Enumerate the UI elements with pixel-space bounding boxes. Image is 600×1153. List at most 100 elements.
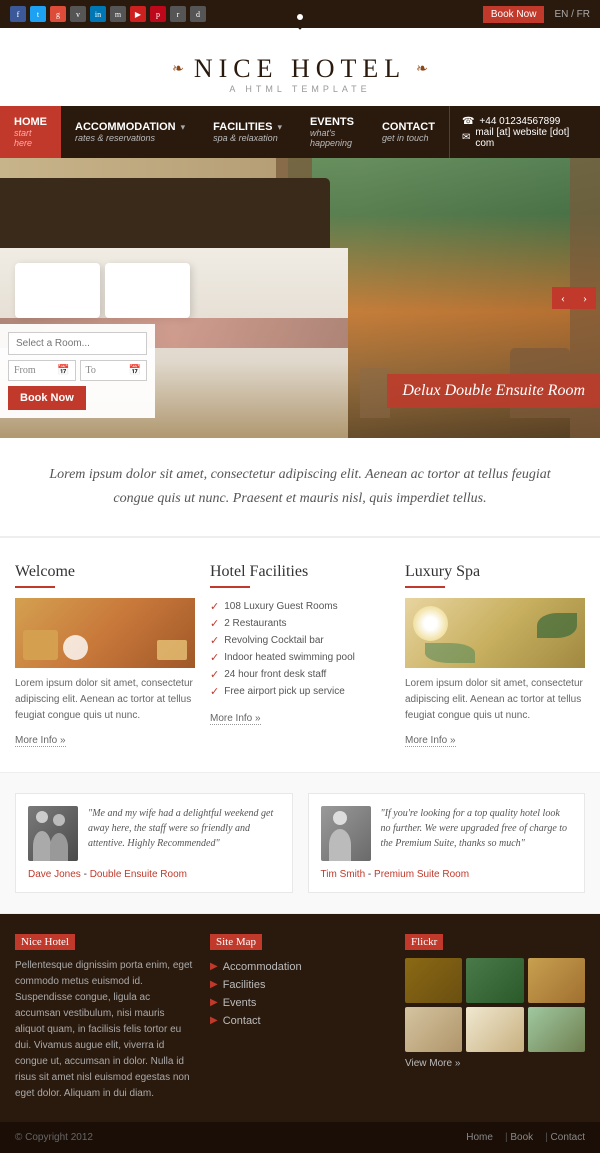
footer-arrow-icon: ▶ [210, 1015, 218, 1026]
facilities-more-info-link[interactable]: More Info [210, 713, 261, 725]
check-icon: ✓ [210, 668, 219, 681]
pinterest-icon[interactable]: p [150, 6, 166, 22]
facebook-icon[interactable]: f [10, 6, 26, 22]
spa-image [405, 598, 585, 668]
from-date[interactable]: From 📅 [8, 360, 76, 381]
facility-0: 108 Luxury Guest Rooms [224, 601, 337, 612]
booking-form: From 📅 To 📅 Book Now [0, 324, 155, 418]
facility-3: Indoor heated swimming pool [224, 652, 355, 663]
nav-events-sub: what's happening [310, 128, 354, 148]
date-row: From 📅 To 📅 [8, 360, 147, 381]
footer-arrow-icon: ▶ [210, 979, 218, 990]
testimonial-1: "Me and my wife had a delightful weekend… [15, 793, 293, 893]
spa-title: Luxury Spa [405, 563, 585, 581]
flickr-item-1[interactable] [405, 958, 462, 1003]
email-icon: ✉ [462, 132, 470, 143]
list-item: ✓ 108 Luxury Guest Rooms [210, 598, 390, 615]
linkedin-icon[interactable]: in [90, 6, 106, 22]
nav-facilities[interactable]: FACILITIES ▾ spa & relaxation [199, 106, 296, 158]
footer-link-facilities[interactable]: ▶ Facilities [210, 976, 390, 994]
to-date[interactable]: To 📅 [80, 360, 148, 381]
welcome-divider [15, 586, 55, 588]
testimonial-2-content: "If you're looking for a top quality hot… [321, 806, 573, 861]
youtube-icon[interactable]: ▶ [130, 6, 146, 22]
vimeo-icon[interactable]: v [70, 6, 86, 22]
footer-about-badge: Nice Hotel [15, 934, 75, 950]
testimonial-1-author: Dave Jones - Double Ensuite Room [28, 869, 280, 880]
rss-icon[interactable]: r [170, 6, 186, 22]
testimonial-2: "If you're looking for a top quality hot… [308, 793, 586, 893]
myspace-icon[interactable]: m [110, 6, 126, 22]
room-select-input[interactable] [8, 332, 147, 355]
language-selector[interactable]: EN / FR [554, 9, 590, 20]
calendar-icon-to: 📅 [129, 365, 141, 376]
bottom-link-home[interactable]: Home [466, 1132, 493, 1143]
facilities-column: Hotel Facilities ✓ 108 Luxury Guest Rooms… [210, 563, 390, 747]
spa-more-info-link[interactable]: More Info [405, 735, 456, 747]
digg-icon[interactable]: d [190, 6, 206, 22]
top-book-now-button[interactable]: Book Now [483, 6, 545, 23]
author-2-room: Premium Suite Room [374, 869, 469, 880]
deco-left: ❧ [172, 61, 184, 78]
flickr-item-5[interactable] [466, 1007, 523, 1052]
nav-events-label: EVENTS [310, 116, 354, 128]
nav-accommodation[interactable]: ACCOMMODATION ▾ rates & reservations [61, 106, 199, 158]
bottom-link-book[interactable]: Book [505, 1132, 533, 1143]
flickr-item-3[interactable] [528, 958, 585, 1003]
nav-home[interactable]: HOME start here [0, 106, 61, 158]
footer-flickr-badge: Flickr [405, 934, 443, 950]
header: ❧ NICE HOTEL ❧ A HTML TEMPLATE [0, 36, 600, 106]
facilities-list: ✓ 108 Luxury Guest Rooms ✓ 2 Restaurants ✓… [210, 598, 390, 700]
welcome-image [15, 598, 195, 668]
hero-prev-button[interactable]: ‹ [552, 287, 574, 309]
book-now-form-button[interactable]: Book Now [8, 386, 86, 410]
flickr-grid [405, 958, 585, 1052]
footer-link-accommodation[interactable]: ▶ Accommodation [210, 958, 390, 976]
nav-accommodation-label: ACCOMMODATION [75, 121, 176, 133]
facilities-divider [210, 586, 250, 588]
nav-facilities-label: FACILITIES [213, 121, 272, 133]
nav-home-label: HOME [14, 116, 47, 128]
list-item: ✓Free airport pick up service [210, 683, 390, 700]
footer-arrow-icon: ▶ [210, 997, 218, 1008]
welcome-more-info-link[interactable]: More Info [15, 735, 66, 747]
flickr-item-4[interactable] [405, 1007, 462, 1052]
check-icon: ✓ [210, 600, 219, 613]
facility-1: 2 Restaurants [224, 618, 286, 629]
nav-items: HOME start here ACCOMMODATION ▾ rates & … [0, 106, 449, 158]
footer-link-events[interactable]: ▶ Events [210, 994, 390, 1012]
bottom-link-contact[interactable]: Contact [545, 1132, 585, 1143]
map-pin [291, 8, 309, 26]
from-label: From [14, 365, 36, 376]
facilities-title: Hotel Facilities [210, 563, 390, 581]
facilities-arrow: ▾ [277, 122, 282, 133]
social-icons: f t g v in m ▶ p r d [10, 6, 206, 22]
header-subtitle: A HTML TEMPLATE [10, 84, 590, 94]
testimonial-1-content: "Me and my wife had a delightful weekend… [28, 806, 280, 861]
check-icon: ✓ [210, 617, 219, 630]
flickr-item-2[interactable] [466, 958, 523, 1003]
to-label: To [86, 365, 96, 376]
twitter-icon[interactable]: t [30, 6, 46, 22]
three-columns: Welcome Lorem ipsum dolor sit amet, cons… [0, 537, 600, 772]
google-plus-icon[interactable]: g [50, 6, 66, 22]
hero-caption: Delux Double Ensuite Room [387, 374, 600, 408]
flickr-item-6[interactable] [528, 1007, 585, 1052]
flickr-view-more-link[interactable]: View More [405, 1058, 585, 1069]
hero-next-button[interactable]: › [574, 287, 596, 309]
footer-link-events-label: Events [223, 997, 257, 1009]
footer-flickr-title: Flickr [405, 934, 585, 950]
footer-arrow-icon: ▶ [210, 961, 218, 972]
list-item: ✓Indoor heated swimming pool [210, 649, 390, 666]
testimonial-2-author: Tim Smith - Premium Suite Room [321, 869, 573, 880]
hotel-name: NICE HOTEL [194, 54, 406, 84]
check-icon: ✓ [210, 634, 219, 647]
author-2-name: Tim Smith [321, 869, 366, 880]
check-icon: ✓ [210, 685, 219, 698]
quote-section: Lorem ipsum dolor sit amet, consectetur … [0, 438, 600, 537]
nav-events[interactable]: EVENTS what's happening [296, 106, 368, 158]
deco-right: ❧ [416, 61, 428, 78]
footer-link-accommodation-label: Accommodation [223, 961, 302, 973]
nav-contact[interactable]: CONTACT get in touch [368, 106, 449, 158]
footer-link-contact[interactable]: ▶ Contact [210, 1012, 390, 1030]
